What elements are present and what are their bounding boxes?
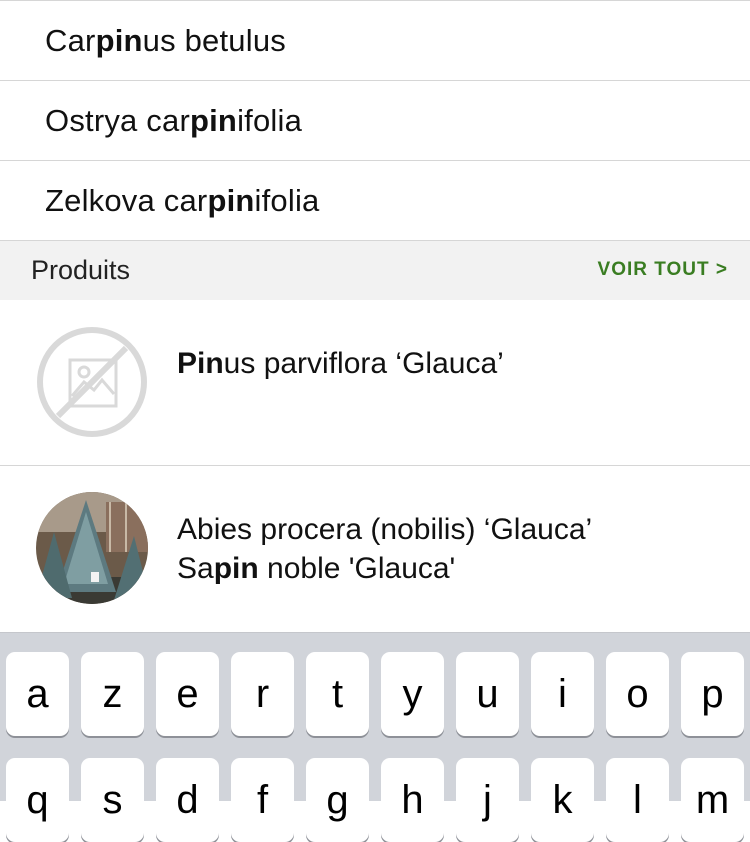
key-a[interactable]: a — [6, 652, 69, 736]
on-screen-keyboard: a z e r t y u i o p q s d f g h j k l m — [0, 632, 750, 842]
fir-tree-photo — [36, 492, 148, 604]
product-item[interactable]: Abies procera (nobilis) ‘Glauca’ Sapin n… — [0, 465, 750, 629]
products-section-header: Produits VOIR TOUT > — [0, 240, 750, 300]
key-s[interactable]: s — [81, 758, 144, 842]
key-r[interactable]: r — [231, 652, 294, 736]
no-image-icon — [36, 326, 148, 438]
key-m[interactable]: m — [681, 758, 744, 842]
key-y[interactable]: y — [381, 652, 444, 736]
key-p[interactable]: p — [681, 652, 744, 736]
suggestion-label: Zelkova carpinifolia — [45, 182, 320, 218]
key-u[interactable]: u — [456, 652, 519, 736]
search-suggestions: Carpinus betulus Ostrya carpinifolia Zel… — [0, 0, 750, 240]
key-o[interactable]: o — [606, 652, 669, 736]
key-h[interactable]: h — [381, 758, 444, 842]
product-item[interactable]: Pinus parviflora ‘Glauca’ — [0, 300, 750, 464]
suggestion-item[interactable]: Ostrya carpinifolia — [0, 80, 750, 160]
key-z[interactable]: z — [81, 652, 144, 736]
product-name: Pinus parviflora ‘Glauca’ — [177, 347, 504, 380]
product-name: Abies procera (nobilis) ‘Glauca’ Sapin n… — [177, 513, 593, 585]
see-all-link[interactable]: VOIR TOUT > — [598, 259, 728, 281]
key-e[interactable]: e — [156, 652, 219, 736]
suggestion-item[interactable]: Carpinus betulus — [0, 0, 750, 80]
key-i[interactable]: i — [531, 652, 594, 736]
key-f[interactable]: f — [231, 758, 294, 842]
section-title: Produits — [31, 255, 131, 285]
key-l[interactable]: l — [606, 758, 669, 842]
key-j[interactable]: j — [456, 758, 519, 842]
suggestion-label: Ostrya carpinifolia — [45, 102, 303, 138]
key-q[interactable]: q — [6, 758, 69, 842]
key-g[interactable]: g — [306, 758, 369, 842]
key-d[interactable]: d — [156, 758, 219, 842]
key-k[interactable]: k — [531, 758, 594, 842]
suggestion-label: Carpinus betulus — [45, 22, 286, 58]
suggestion-item[interactable]: Zelkova carpinifolia — [0, 160, 750, 240]
key-t[interactable]: t — [306, 652, 369, 736]
